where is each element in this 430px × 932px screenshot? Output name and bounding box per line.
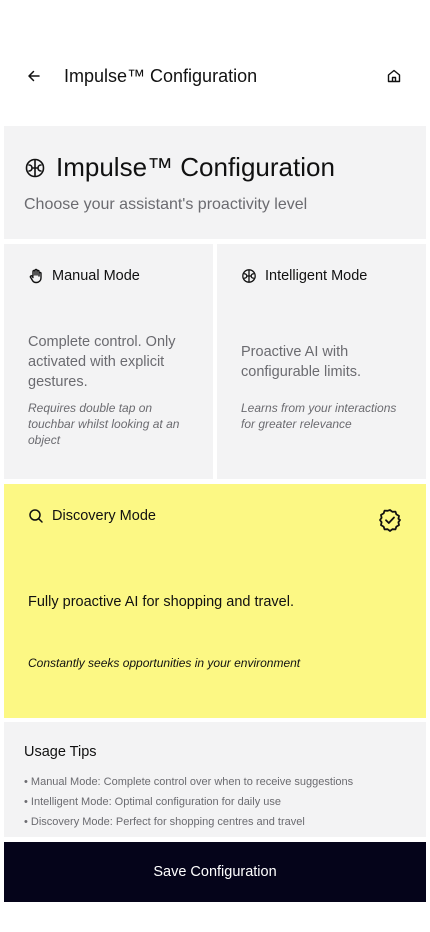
discovery-mode-card[interactable]: Discovery Mode Fully proactive AI for sh… (4, 484, 426, 718)
discovery-mode-description: Fully proactive AI for shopping and trav… (28, 594, 294, 610)
manual-mode-title: Manual Mode (52, 268, 140, 284)
check-badge-icon (378, 508, 402, 532)
intelligent-mode-title: Intelligent Mode (265, 268, 368, 284)
page-subtitle: Choose your assistant's proactivity leve… (24, 196, 308, 213)
home-icon (387, 69, 401, 83)
header-card: Impulse™ Configuration Choose your assis… (4, 126, 426, 239)
intelligent-mode-note: Learns from your interactions for greate… (241, 401, 397, 431)
usage-tips-list: • Manual Mode: Complete control over whe… (24, 772, 353, 832)
search-icon (29, 509, 43, 523)
home-button[interactable] (382, 64, 406, 88)
manual-mode-header: Manual Mode (28, 268, 140, 284)
brain-icon (25, 158, 45, 177)
arrow-left-icon (28, 70, 40, 82)
manual-mode-note: Requires double tap on touchbar whilst l… (28, 401, 180, 447)
usage-tip-item: • Discovery Mode: Perfect for shopping c… (24, 816, 305, 828)
manual-mode-description: Complete control. Only activated with ex… (28, 334, 176, 390)
usage-tip-item: • Manual Mode: Complete control over whe… (24, 776, 354, 788)
intelligent-mode-card[interactable]: Intelligent Mode Proactive AI with confi… (217, 244, 426, 479)
manual-mode-card[interactable]: Manual Mode Complete control. Only activ… (4, 244, 213, 479)
usage-tips-title: Usage Tips (24, 744, 97, 760)
usage-tip-item: • Intelligent Mode: Optimal configuratio… (24, 796, 281, 808)
intelligent-mode-header: Intelligent Mode (241, 268, 367, 284)
hand-icon (29, 268, 42, 284)
back-button[interactable] (22, 64, 46, 88)
discovery-mode-header: Discovery Mode (28, 508, 156, 524)
top-bar-title: Impulse™ Configuration (64, 66, 258, 86)
page-title: Impulse™ Configuration (56, 152, 335, 182)
save-configuration-button[interactable]: Save Configuration (4, 842, 426, 902)
brain-icon (242, 269, 256, 283)
intelligent-mode-description: Proactive AI with configurable limits. (241, 344, 362, 380)
discovery-mode-note: Constantly seeks opportunities in your e… (28, 656, 301, 670)
discovery-mode-title: Discovery Mode (52, 508, 156, 524)
top-bar: Impulse™ Configuration (0, 56, 430, 96)
header-title-row: Impulse™ Configuration (24, 152, 335, 183)
usage-tips-card: Usage Tips • Manual Mode: Complete contr… (4, 722, 426, 837)
